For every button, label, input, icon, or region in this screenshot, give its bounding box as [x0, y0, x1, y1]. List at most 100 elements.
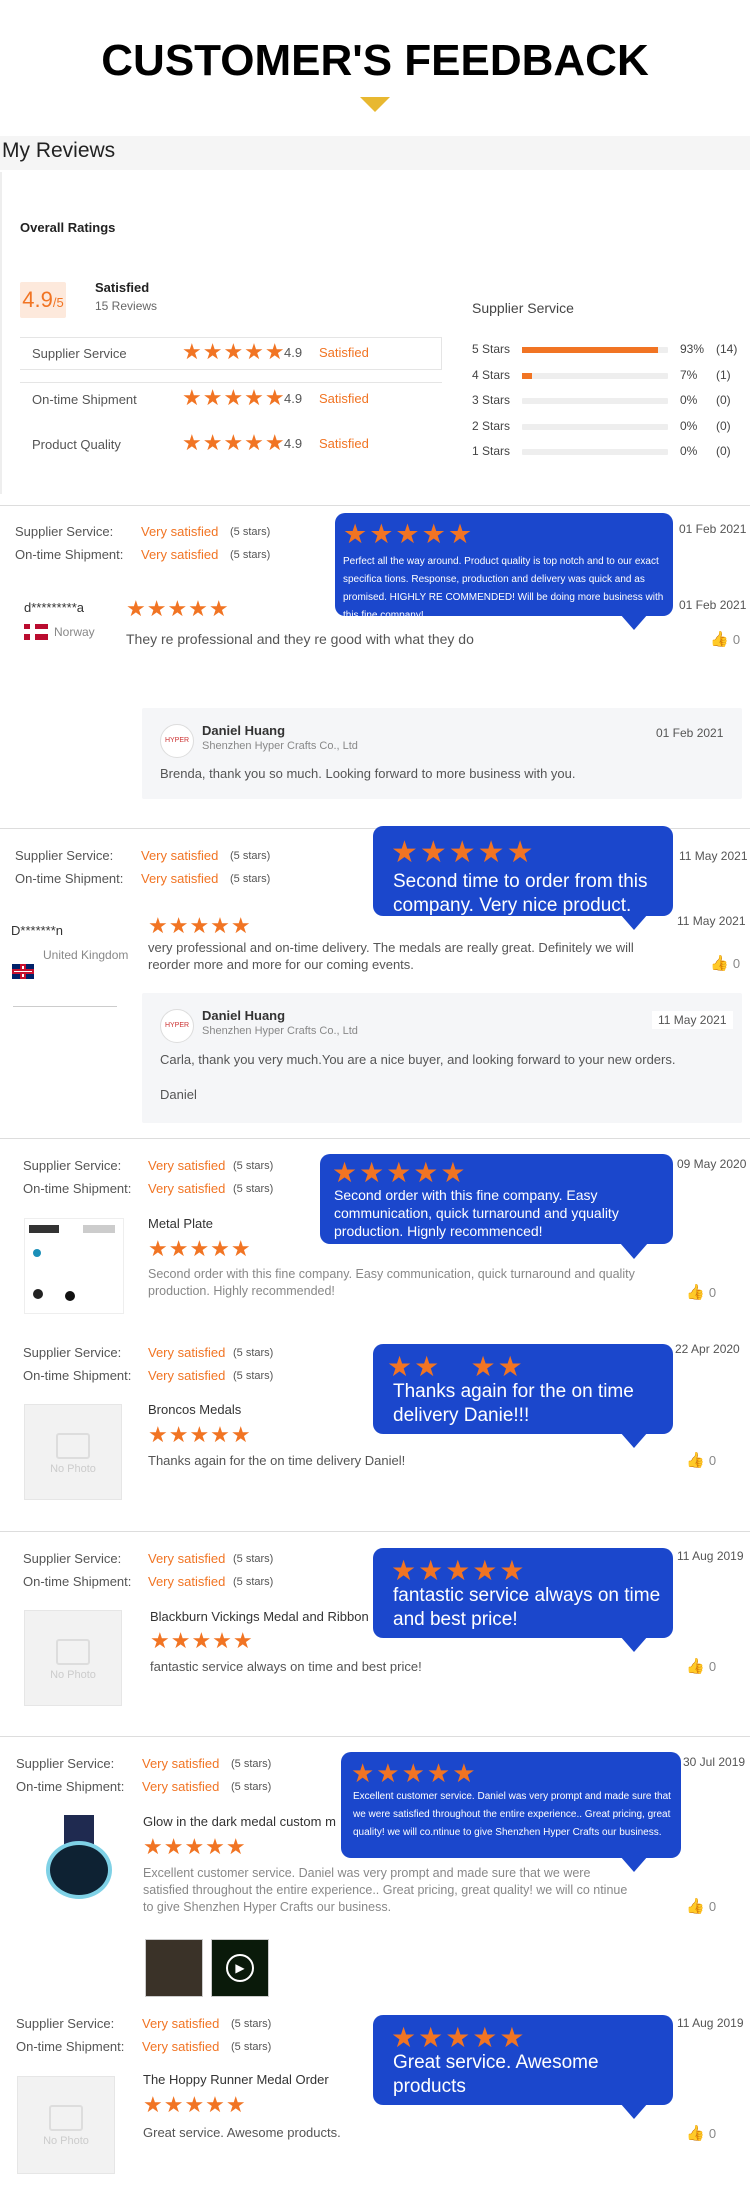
supplier-service-heading: Supplier Service — [472, 300, 574, 316]
product-name[interactable]: The Hoppy Runner Medal Order — [143, 2072, 329, 2087]
page-title: CUSTOMER'S FEEDBACK — [101, 36, 649, 85]
seller-reply: HYPER Daniel Huang Shenzhen Hyper Crafts… — [142, 708, 742, 799]
star-bar-label: 2 Stars — [472, 418, 511, 433]
star-rating: ★★★★★ — [182, 430, 286, 455]
star-bar-fill — [522, 372, 533, 379]
no-photo-placeholder: No Photo — [24, 1404, 122, 1500]
bubble-tail — [620, 614, 648, 630]
uk-flag-icon — [12, 964, 34, 979]
reviewer-name: d*********a — [24, 600, 84, 615]
star-bar-track — [522, 347, 668, 353]
highlight-bubble: ★★★★★ Excellent customer service. Daniel… — [341, 1752, 681, 1858]
product-name[interactable]: Blackburn Vickings Medal and Ribbon — [150, 1609, 375, 1624]
bubble-tail — [620, 1243, 648, 1259]
product-name[interactable]: Glow in the dark medal custom m — [143, 1814, 343, 1829]
thumb-up-icon[interactable]: 👍 0 — [686, 1283, 716, 1301]
review-date: 11 May 2021 — [677, 914, 746, 928]
star-bar-percent: 0% — [680, 393, 698, 407]
star-rating: ★★★★★ — [391, 2022, 527, 2053]
star-rating: ★★★★★ — [182, 339, 286, 364]
thumb-up-icon[interactable]: 👍 0 — [710, 630, 740, 648]
product-name[interactable]: Metal Plate — [148, 1216, 213, 1231]
review-photo[interactable] — [145, 1939, 203, 1997]
star-bar-row: 3 Stars 0% (0) — [472, 393, 742, 409]
review-date: 22 Apr 2020 — [675, 1342, 740, 1356]
highlight-bubble: ★★ ★★ Thanks again for the on time deliv… — [373, 1344, 673, 1434]
highlight-bubble: ★★★★★ Perfect all the way around. Produc… — [335, 513, 673, 621]
star-bar-label: 3 Stars — [472, 393, 511, 407]
star-bar-track — [522, 449, 668, 455]
bubble-tail — [620, 914, 648, 930]
reviewer-name: D*******n — [11, 923, 64, 938]
product-image[interactable] — [24, 1218, 124, 1314]
star-bar-track — [522, 372, 668, 379]
review-video-thumbnail[interactable]: ▶ — [211, 1939, 269, 1997]
highlight-bubble: ★★★★★ fantastic service always on time a… — [373, 1548, 673, 1638]
bubble-tail — [620, 1856, 648, 1872]
bubble-text: Second time to order from this company. … — [393, 871, 648, 916]
star-rating: ★★★★★ — [143, 1834, 247, 1859]
company-logo: HYPER — [160, 724, 194, 758]
product-name[interactable]: Broncos Medals — [148, 1402, 241, 1417]
star-rating: ★★★★★ — [391, 836, 536, 869]
thumb-up-icon[interactable]: 👍 0 — [686, 1657, 716, 1675]
rating-row-supplier-service: Supplier Service ★★★★★ 4.9 Satisfied — [32, 339, 369, 364]
overall-verdict: Satisfied — [95, 280, 150, 295]
divider — [0, 1736, 750, 1737]
bubble-tail — [620, 1432, 648, 1448]
review-date: 01 Feb 2021 — [679, 522, 747, 536]
reviewer-country: United Kingdom — [43, 948, 129, 962]
divider — [0, 1531, 750, 1532]
star-rating: ★★★★★ — [182, 385, 286, 410]
divider — [0, 1138, 750, 1139]
highlight-bubble: ★★★★★ Second time to order from this com… — [373, 826, 673, 916]
star-bar-fill — [522, 347, 658, 353]
star-rating: ★★★★★ — [148, 913, 252, 938]
review-date: 01 Feb 2021 — [679, 598, 747, 612]
divider — [0, 505, 750, 506]
rating-row-product-quality: Product Quality ★★★★★ 4.9 Satisfied — [32, 430, 369, 455]
review-date: 09 May 2020 — [677, 1157, 747, 1171]
review-text: They re professional and they re good wi… — [126, 631, 474, 647]
reviewer-country: Norway — [54, 625, 95, 639]
thumb-up-icon[interactable]: 👍 0 — [686, 1451, 716, 1469]
review-text: very professional and on-time delivery. … — [148, 940, 634, 972]
norway-flag-icon — [24, 624, 48, 640]
star-rating: ★★★★★ — [126, 596, 230, 621]
star-bar-count: (0) — [716, 444, 731, 458]
bubble-text: Excellent customer service. Daniel was v… — [353, 1791, 671, 1838]
star-rating: ★★★★★ — [148, 1422, 252, 1447]
star-bar-row: 5 Stars 93% (14) — [472, 342, 742, 358]
thumb-up-icon[interactable]: 👍 0 — [710, 954, 740, 972]
bubble-text: Second order with this fine company. Eas… — [334, 1187, 619, 1239]
review-text: fantastic service always on time and bes… — [150, 1659, 422, 1674]
thumb-up-icon[interactable]: 👍 0 — [686, 2124, 716, 2142]
image-icon — [56, 1639, 90, 1665]
no-photo-placeholder: No Photo — [24, 1610, 122, 1706]
star-bar-row: 1 Stars 0% (0) — [472, 444, 742, 460]
review-date: 30 Jul 2019 — [683, 1755, 746, 1769]
star-rating: ★★★★★ — [150, 1628, 254, 1653]
product-image[interactable] — [40, 1815, 118, 1901]
star-bar-row: 4 Stars 7% (1) — [472, 368, 742, 384]
star-bar-percent: 7% — [680, 367, 698, 382]
star-rating: ★★★★★ — [143, 2092, 247, 2117]
my-reviews-heading: My Reviews — [0, 136, 750, 170]
bubble-text: fantastic service always on time and bes… — [393, 1585, 661, 1630]
review-text: Excellent customer service. Daniel was v… — [143, 1866, 628, 1914]
thumb-up-icon[interactable]: 👍 0 — [686, 1897, 716, 1915]
bubble-text: Great service. Awesome products — [393, 2052, 599, 2097]
divider — [20, 382, 442, 383]
review-text: Great service. Awesome products. — [143, 2125, 341, 2140]
image-icon — [49, 2105, 83, 2131]
seller-reply: HYPER Daniel Huang Shenzhen Hyper Crafts… — [142, 993, 742, 1123]
star-bar-label: 1 Stars — [472, 444, 511, 458]
star-bar-count: (1) — [716, 367, 731, 382]
review-text: Second order with this fine company. Eas… — [148, 1267, 635, 1298]
star-bar-percent: 0% — [680, 418, 698, 433]
review-date: 11 Aug 2019 — [677, 1549, 744, 1563]
overall-score-badge: 4.9/5 — [20, 282, 66, 318]
star-rating: ★★★★★ — [332, 1157, 468, 1188]
company-logo: HYPER — [160, 1009, 194, 1043]
star-bar-track — [522, 423, 668, 430]
